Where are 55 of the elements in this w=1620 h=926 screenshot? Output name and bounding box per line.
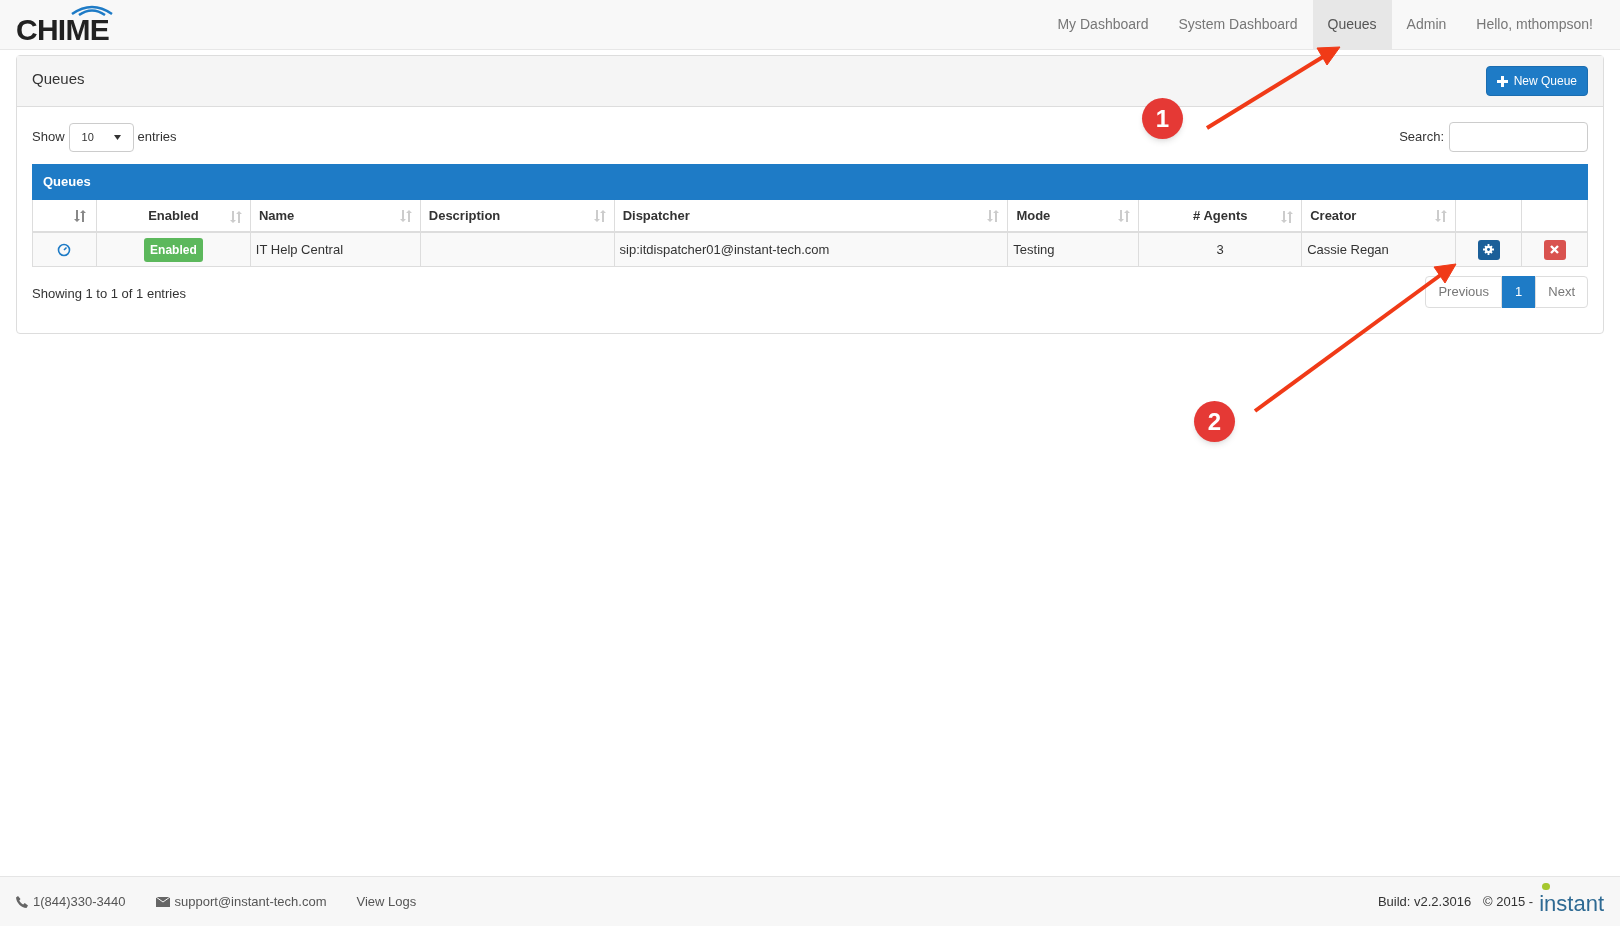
table-cell-text: sip:itdispatcher01@instant-tech.com [619,240,830,259]
table-cell-text: Testing [1013,240,1055,259]
email-link[interactable]: support@instant-tech.com [174,891,327,912]
column-header[interactable]: Dispatcher [614,200,1009,231]
entries-label: entries [137,128,177,147]
nav-link[interactable]: Hello, mthompson! [1461,0,1608,49]
column-header[interactable]: Enabled [96,200,251,231]
table-cell-text: 3 [1216,240,1224,259]
phone-number: 1(844)330-3440 [33,892,126,911]
settings-icon [1483,244,1495,255]
annotation-marker: 2 [1194,401,1235,442]
search-field[interactable] [1449,122,1588,152]
logo[interactable]: CHIME [16,0,109,49]
phone-icon [16,895,28,908]
column-header[interactable]: Description [420,200,615,231]
delete-button[interactable] [1543,239,1566,260]
sort-icon [593,208,606,223]
new-queue-button[interactable]: New Queue [1485,66,1588,96]
table-cell-text: Cassie Regan [1307,240,1389,259]
nav-link[interactable]: Admin [1391,0,1462,49]
column-header[interactable]: Name [250,200,421,231]
nav-link[interactable]: System Dashboard [1163,0,1313,49]
sort-icon [1435,208,1448,223]
nav-link[interactable]: Queues [1312,0,1392,49]
plus-icon [1496,75,1508,87]
table-cell-text: IT Help Central [255,240,344,259]
view-logs-link[interactable]: View Logs [356,891,417,912]
sort-icon [1281,210,1294,224]
pagination-link[interactable]: Next [1535,276,1588,308]
sort-icon [1118,208,1131,223]
search-label: Search: [1399,128,1444,147]
sort-icon [73,208,86,223]
sort-icon [229,210,242,224]
sort-icon [399,208,412,223]
table-info: Showing 1 to 1 of 1 entries [32,285,186,303]
caret-icon [113,134,121,140]
show-label: Show [32,128,65,147]
column-header[interactable]: Creator [1302,200,1457,231]
sort-icon [987,208,1000,223]
instant-logo: instant [1539,886,1604,917]
enabled-status: Enabled [144,237,203,262]
build-version: Build: v2.2.3016 [1377,892,1472,911]
column-header[interactable]: # Agents [1139,200,1303,231]
table-caption: Queues [32,164,1588,200]
panel-title: Queues [32,68,85,89]
nav-link[interactable]: My Dashboard [1042,0,1164,49]
envelope-icon [155,896,170,907]
column-header[interactable]: Mode [1008,200,1140,231]
signal-waves-icon [70,4,114,16]
dashboard-gauge-icon[interactable] [57,242,72,257]
close-icon [1550,245,1559,254]
copyright: © 2015 - [1483,892,1534,911]
entries-select[interactable]: 10 [68,122,134,152]
pagination-link[interactable]: 1 [1502,276,1536,308]
settings-button[interactable] [1477,239,1500,260]
